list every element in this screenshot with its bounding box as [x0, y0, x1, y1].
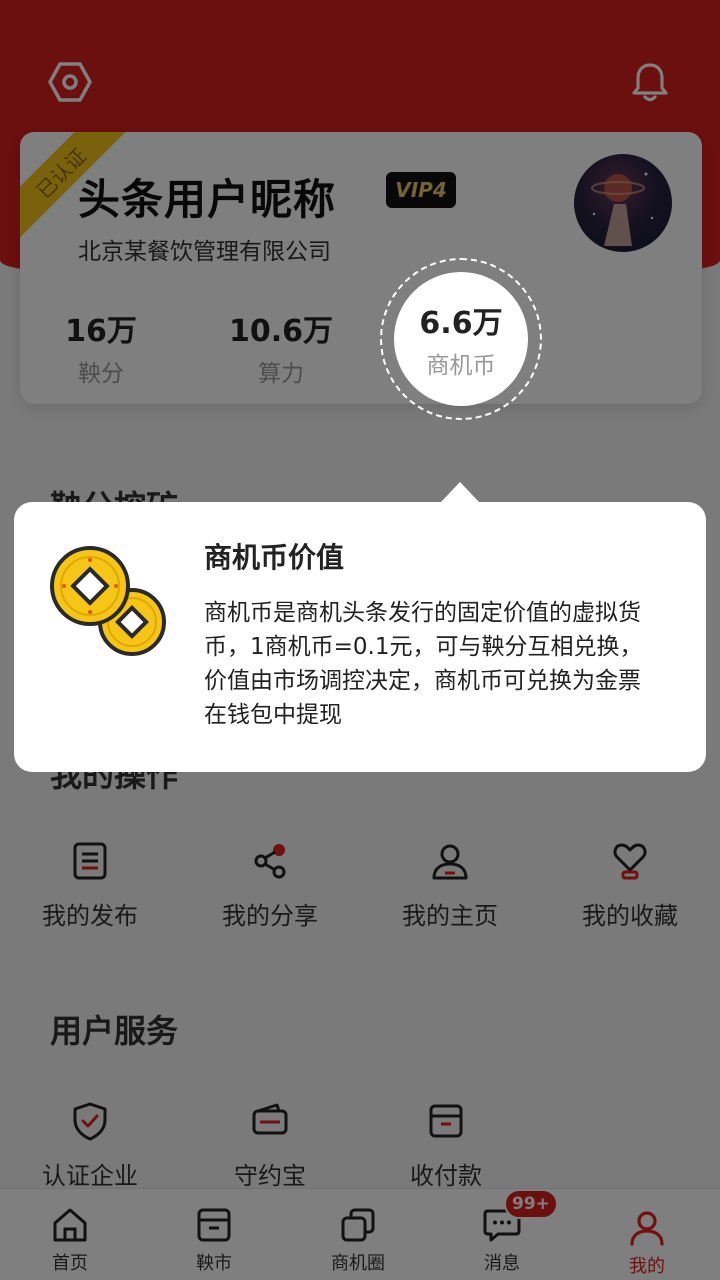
tooltip-arrow	[440, 482, 480, 503]
tooltip-body: 商机币是商机头条发行的固定价值的虚拟货币，1商机币=0.1元，可与鞅分互相兑换，…	[204, 600, 643, 728]
tooltip-title: 商机币价值	[204, 541, 345, 574]
business-coin-value: 6.6万	[419, 306, 503, 341]
business-coin-highlight[interactable]: 6.6万 商机币	[380, 258, 542, 420]
gold-coins-icon	[50, 546, 166, 656]
business-coin-label: 商机币	[426, 353, 496, 379]
coin-value-tooltip: 商机币价值 商机币是商机头条发行的固定价值的虚拟货币，1商机币=0.1元，可与鞅…	[14, 502, 706, 772]
business-coin-stat: 6.6万 商机币	[394, 272, 528, 406]
